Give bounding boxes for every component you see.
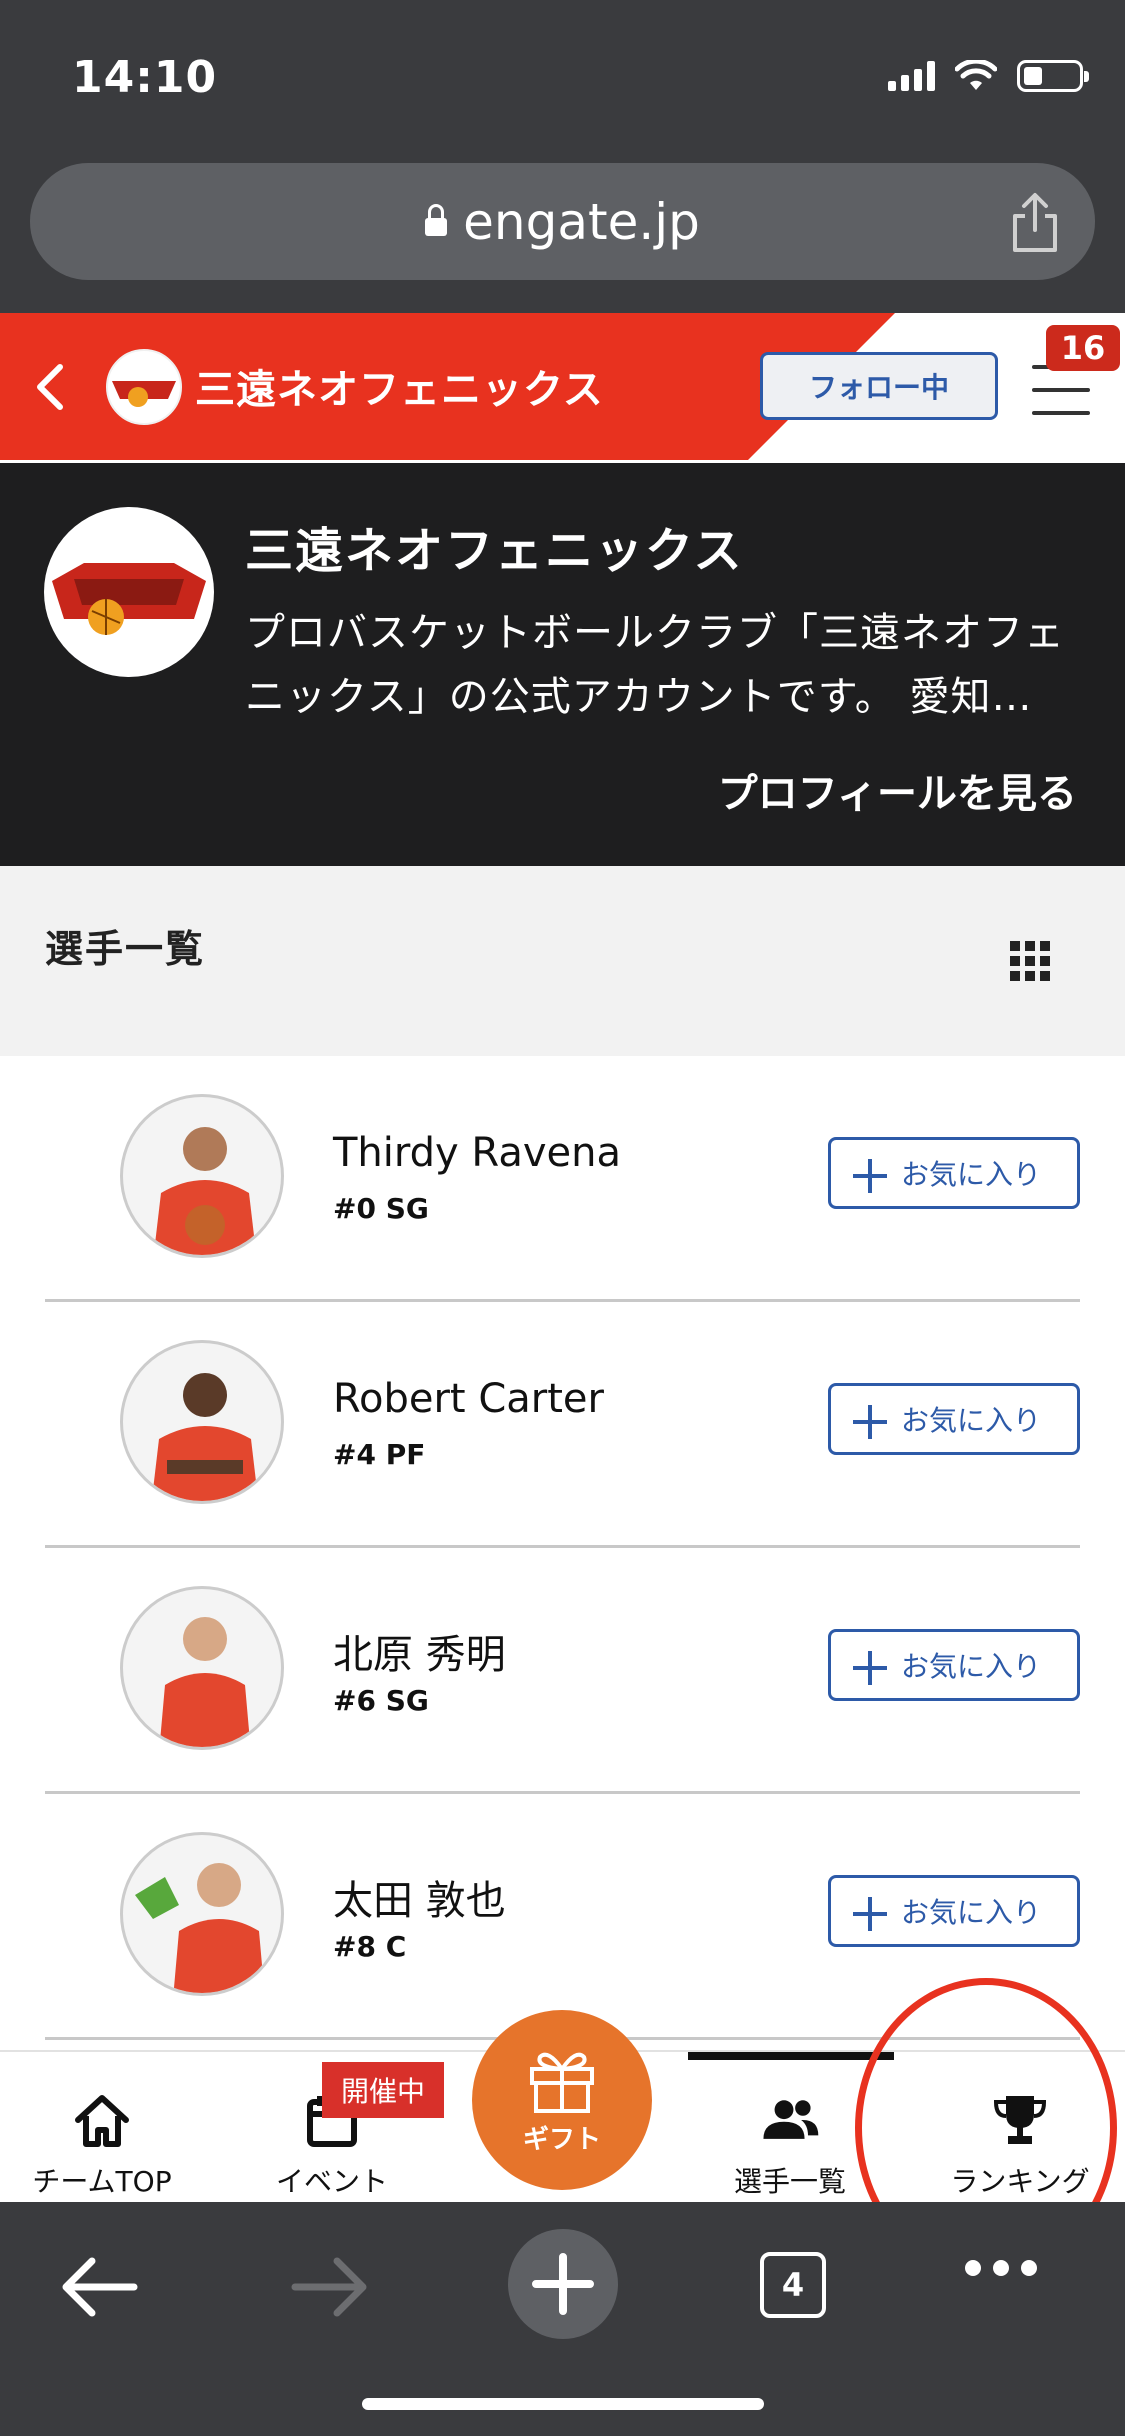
profile-name: 三遠ネオフェニックス [245, 523, 744, 579]
list-item[interactable]: Robert Carter #4 PF お気に入り [0, 1302, 1125, 1548]
player-position: #4 PF [333, 1438, 426, 1471]
battery-icon [1017, 60, 1089, 92]
gift-button[interactable]: ギフト [472, 2010, 652, 2190]
view-profile-link[interactable]: プロフィールを見る [718, 761, 1077, 819]
event-status-badge: 開催中 [322, 2062, 444, 2118]
grid-view-icon[interactable] [1010, 941, 1050, 981]
tab-label: イベント [275, 2165, 388, 2198]
cellular-signal-icon [888, 61, 935, 91]
follow-button[interactable]: フォロー中 [760, 352, 998, 420]
team-name: 三遠ネオフェニックス [195, 367, 604, 413]
status-time: 14:10 [72, 52, 218, 103]
more-icon[interactable] [965, 2260, 1037, 2276]
player-avatar [120, 1340, 284, 1504]
favorite-button[interactable]: お気に入り [828, 1383, 1080, 1455]
player-position: #6 SG [333, 1684, 429, 1717]
section-title: 選手一覧 [45, 927, 206, 971]
player-avatar [120, 1094, 284, 1258]
favorite-button[interactable]: お気に入り [828, 1137, 1080, 1209]
favorite-label: お気に入り [901, 1404, 1042, 1437]
home-indicator [362, 2398, 764, 2410]
favorite-button[interactable]: お気に入り [828, 1875, 1080, 1947]
player-list-header: 選手一覧 [0, 866, 1125, 1056]
team-profile: 三遠ネオフェニックス プロバスケットボールクラブ「三遠ネオフェニックス」の公式ア… [0, 463, 1125, 866]
url-display[interactable]: engate.jp [30, 163, 1095, 280]
favorite-label: お気に入り [901, 1650, 1042, 1683]
lock-icon [425, 203, 448, 236]
tab-label: チームTOP [32, 2165, 172, 2198]
status-icons [888, 60, 1089, 92]
plus-icon [831, 1386, 901, 1452]
hamburger-menu-icon[interactable] [1032, 365, 1090, 415]
favorite-label: お気に入り [901, 1896, 1042, 1929]
profile-description: プロバスケットボールクラブ「三遠ネオフェニックス」の公式アカウントです。 愛知… [245, 610, 1065, 720]
url-bar[interactable]: engate.jp [30, 163, 1095, 280]
player-name: 北原 秀明 [333, 1632, 506, 1678]
plus-icon [831, 1878, 901, 1944]
share-icon[interactable] [1005, 190, 1065, 254]
favorite-button[interactable]: お気に入り [828, 1629, 1080, 1701]
plus-icon [831, 1140, 901, 1206]
plus-icon [831, 1632, 901, 1698]
notification-badge: 16 [1046, 325, 1120, 371]
player-name: Robert Carter [333, 1376, 604, 1422]
browser-chrome-top: 14:10 engate.jp [0, 0, 1125, 313]
browser-toolbar: 4 [0, 2202, 1125, 2436]
team-logo [106, 349, 182, 425]
list-item[interactable]: Thirdy Ravena #0 SG お気に入り [0, 1056, 1125, 1302]
home-icon [75, 2095, 129, 2147]
new-tab-icon [532, 2253, 594, 2315]
users-icon [763, 2100, 819, 2139]
back-arrow-icon[interactable] [32, 361, 66, 413]
tabs-icon[interactable]: 4 [760, 2252, 826, 2318]
team-profile-logo [44, 507, 214, 677]
tab-label: 選手一覧 [733, 2165, 846, 2198]
team-header: 三遠ネオフェニックス フォロー中 16 [0, 313, 1125, 460]
favorite-label: お気に入り [901, 1158, 1042, 1191]
gift-icon [530, 2052, 594, 2113]
player-position: #8 C [333, 1930, 407, 1963]
gift-label: ギフト [522, 2124, 601, 2155]
url-text: engate.jp [463, 192, 700, 251]
player-position: #0 SG [333, 1192, 429, 1225]
player-avatar [120, 1586, 284, 1750]
wifi-icon [955, 60, 997, 90]
player-name: 太田 敦也 [333, 1878, 506, 1924]
active-tab-indicator [688, 2052, 894, 2060]
tab-team-top[interactable]: チームTOP [2, 2052, 202, 2204]
browser-forward-icon[interactable] [285, 2252, 375, 2322]
list-item[interactable]: 北原 秀明 #6 SG お気に入り [0, 1548, 1125, 1794]
player-name: Thirdy Ravena [333, 1130, 621, 1176]
player-avatar [120, 1832, 284, 1996]
new-tab-button[interactable] [508, 2229, 618, 2339]
browser-back-icon[interactable] [54, 2252, 144, 2322]
